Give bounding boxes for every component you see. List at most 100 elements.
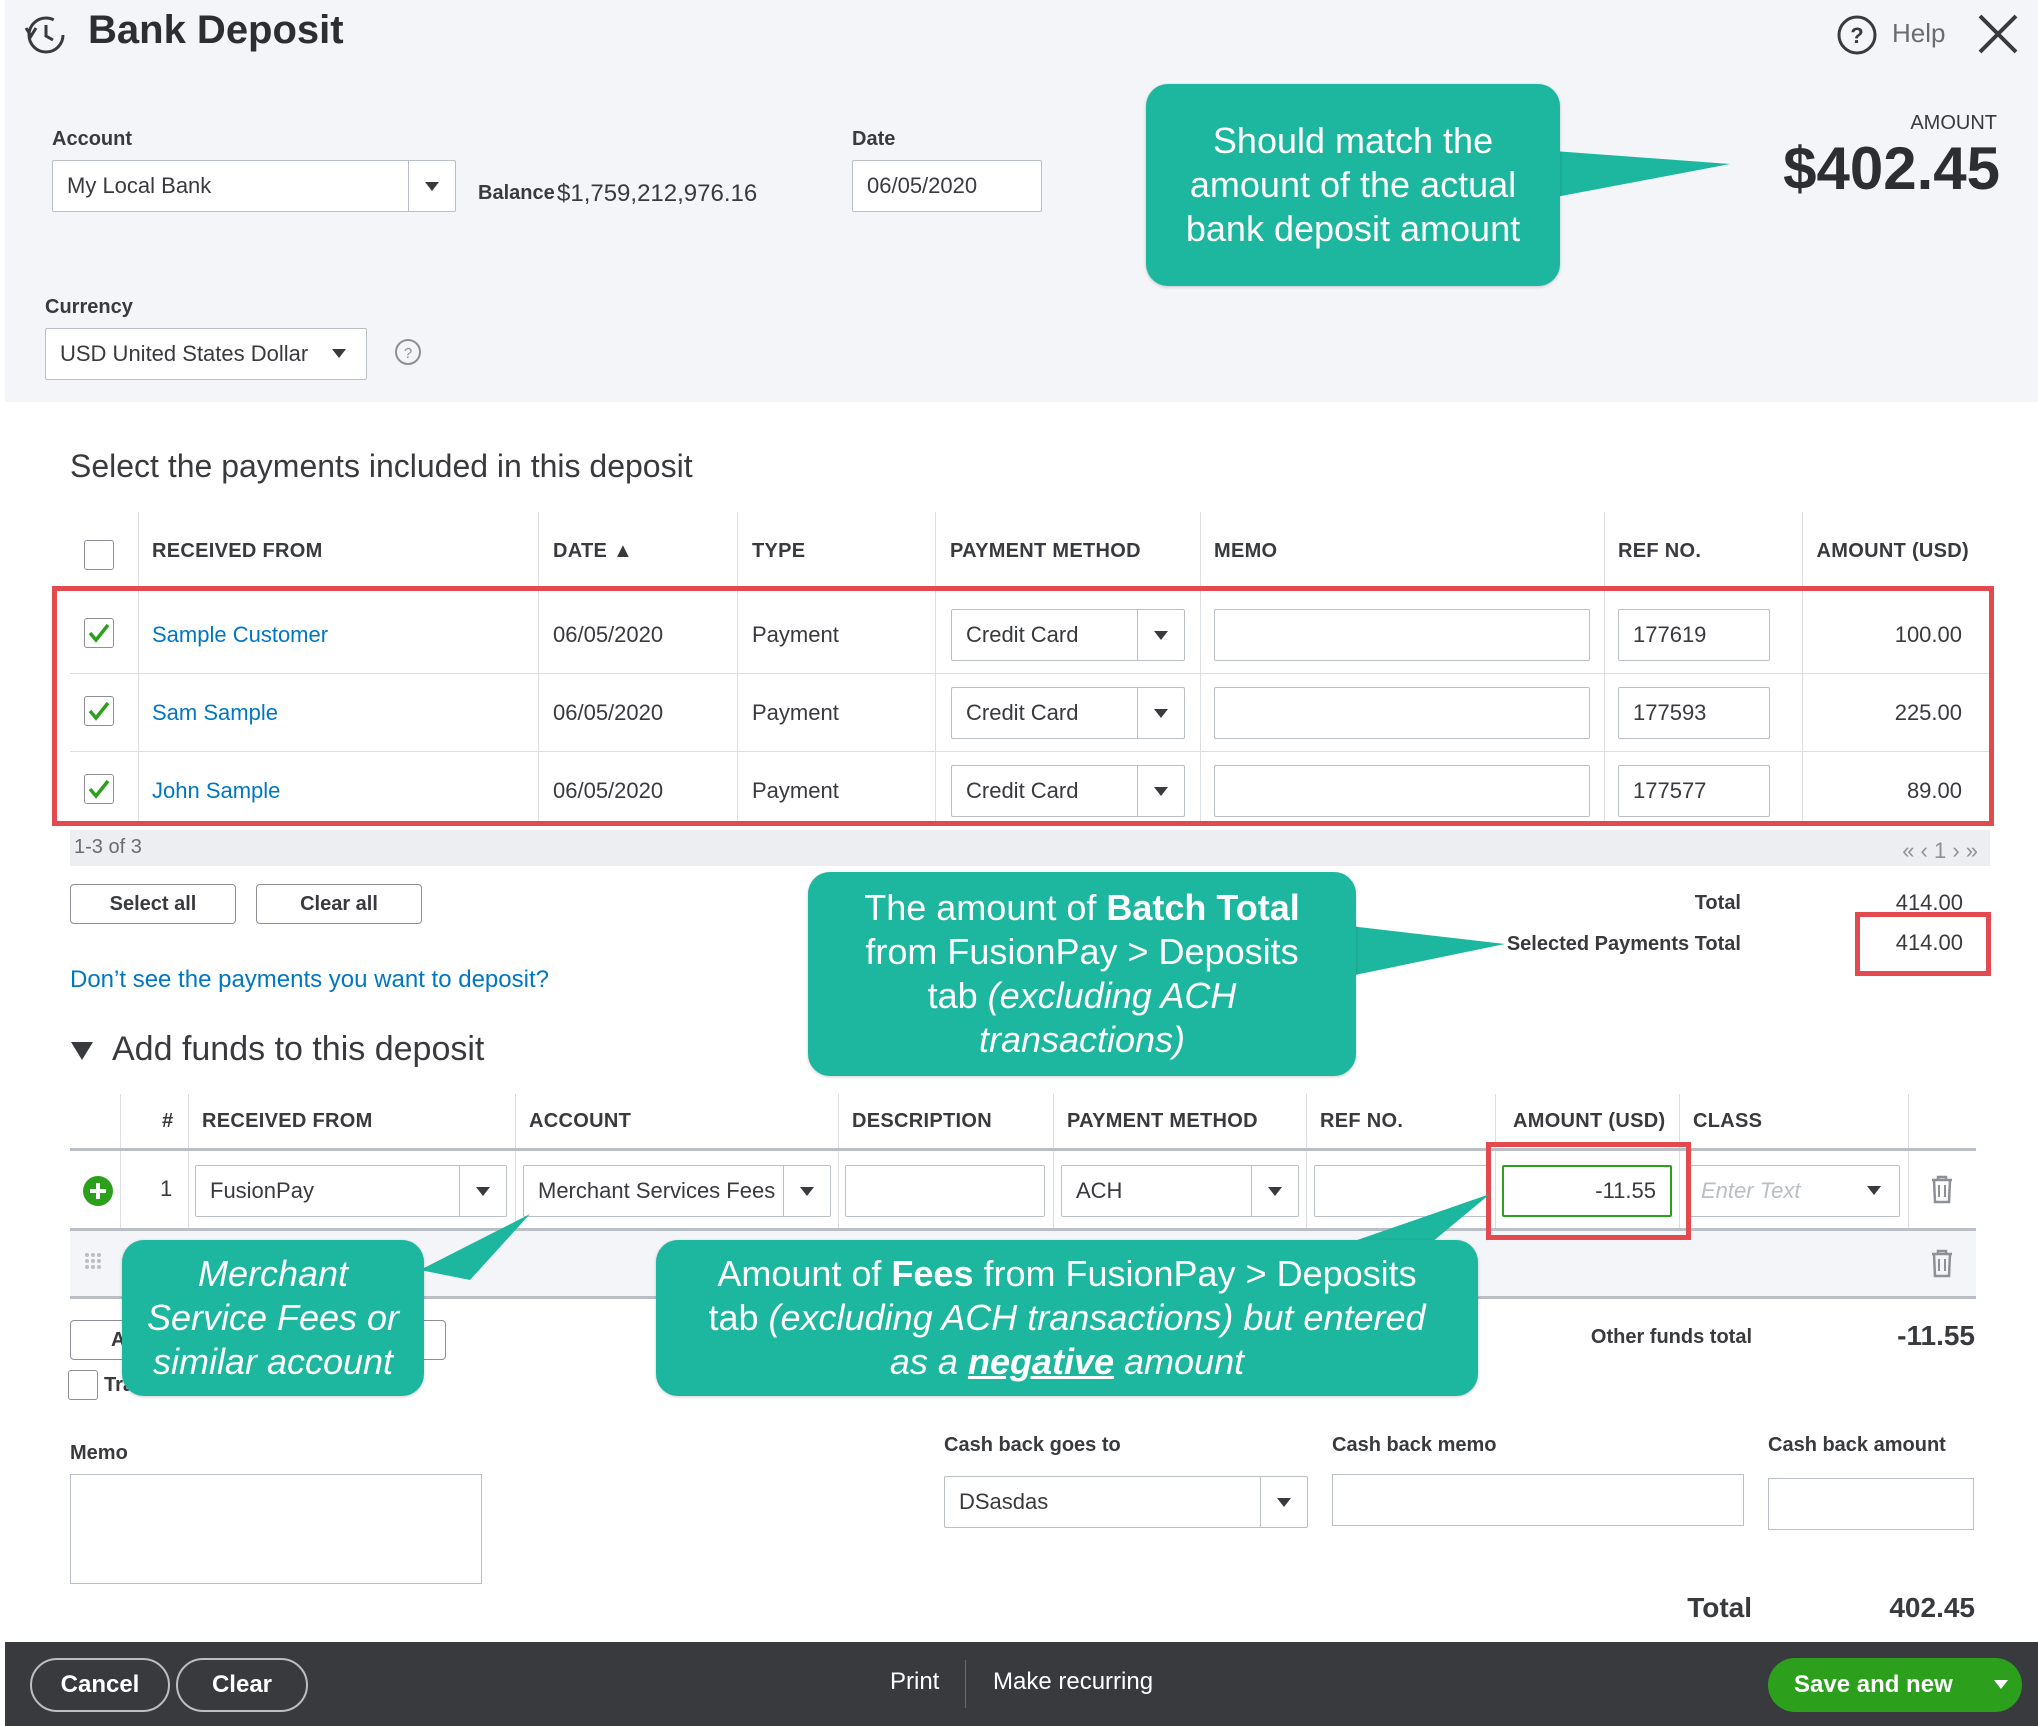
highlight-payment-rows xyxy=(52,586,1994,826)
memo-textarea[interactable] xyxy=(70,1474,482,1584)
cash-back-amount-label: Cash back amount xyxy=(1768,1434,1946,1456)
cash-back-to-label: Cash back goes to xyxy=(944,1434,1121,1456)
fund-description-input[interactable] xyxy=(845,1165,1045,1217)
callout-line: tab (excluding ACH transactions) but ent… xyxy=(708,1296,1425,1340)
col-fund-received-from: RECEIVED FROM xyxy=(202,1110,373,1132)
cash-back-amount-input[interactable] xyxy=(1768,1478,1974,1530)
recent-history-icon[interactable] xyxy=(22,12,68,58)
callout-line: Amount of Fees from FusionPay > Deposits xyxy=(717,1252,1416,1296)
callout-text: The amount of xyxy=(864,887,1107,928)
col-fund-ref-no: REF NO. xyxy=(1320,1110,1404,1132)
cash-back-to-value: DSasdas xyxy=(959,1489,1049,1514)
chevron-down-icon[interactable] xyxy=(1867,1186,1881,1195)
col-num: # xyxy=(162,1110,174,1132)
cancel-button[interactable]: Cancel xyxy=(30,1658,170,1712)
track-returns-checkbox[interactable] xyxy=(68,1370,98,1400)
svg-text:?: ? xyxy=(1850,23,1863,48)
range-text: 1-3 of 3 xyxy=(74,836,142,858)
print-link[interactable]: Print xyxy=(890,1668,939,1696)
callout-text: tab xyxy=(927,975,988,1016)
add-circle-icon[interactable] xyxy=(82,1175,114,1207)
chevron-down-icon[interactable] xyxy=(1251,1166,1298,1216)
callout-line: bank deposit amount xyxy=(1185,208,1521,249)
callout-line: Service Fees or xyxy=(146,1297,400,1338)
col-fund-amount: AMOUNT (USD) xyxy=(1513,1110,1666,1132)
cash-back-memo-label: Cash back memo xyxy=(1332,1434,1497,1456)
trash-icon[interactable] xyxy=(1930,1174,1954,1204)
help-circle-icon[interactable]: ? xyxy=(394,338,422,366)
fund-received-from-value: FusionPay xyxy=(210,1178,314,1203)
balance-label: Balance xyxy=(478,182,555,204)
callout-amount-note: Should match the amount of the actual ba… xyxy=(1146,84,1560,286)
currency-select[interactable]: USD United States Dollar xyxy=(45,328,367,380)
chevron-down-icon[interactable] xyxy=(408,161,455,211)
currency-value: USD United States Dollar xyxy=(60,341,309,366)
col-date[interactable]: DATE ▲ xyxy=(553,540,633,563)
balance-value: $1,759,212,976.16 xyxy=(557,180,758,207)
grand-total-value: 402.45 xyxy=(1889,1592,1975,1623)
select-all-button[interactable]: Select all xyxy=(70,884,236,924)
help-circle-icon[interactable]: ? xyxy=(1836,14,1878,56)
page-title: Bank Deposit xyxy=(88,8,344,52)
callout-text: as a xyxy=(889,1341,968,1382)
collapse-toggle-icon[interactable] xyxy=(70,1040,94,1062)
callout-text: (excluding ACH xyxy=(987,975,1237,1016)
fund-payment-method-select[interactable]: ACH xyxy=(1061,1165,1299,1217)
pagination-bar xyxy=(70,830,1990,866)
callout-text: Amount of xyxy=(717,1253,892,1294)
chevron-down-icon[interactable] xyxy=(459,1166,506,1216)
pager[interactable]: « ‹ 1 › » xyxy=(1902,838,1978,864)
clear-all-button[interactable]: Clear all xyxy=(256,884,422,924)
col-fund-payment-method: PAYMENT METHOD xyxy=(1067,1110,1258,1132)
grand-total-label: Total xyxy=(1687,1592,1752,1623)
callout-merchant-account: Merchant Service Fees or similar account xyxy=(122,1240,424,1396)
col-memo: MEMO xyxy=(1214,540,1278,562)
select-all-checkbox[interactable] xyxy=(84,540,114,570)
cash-back-memo-input[interactable] xyxy=(1332,1474,1744,1526)
fund-class-select[interactable]: Enter Text xyxy=(1686,1165,1900,1217)
save-and-new-label: Save and new xyxy=(1794,1671,1953,1698)
highlight-fund-amount xyxy=(1486,1142,1691,1240)
svg-text:?: ? xyxy=(404,345,412,362)
callout-line: similar account xyxy=(152,1341,394,1382)
account-select[interactable]: My Local Bank xyxy=(52,160,456,212)
drag-handle-icon[interactable] xyxy=(84,1252,102,1270)
col-fund-account: ACCOUNT xyxy=(529,1110,632,1132)
chevron-down-icon[interactable] xyxy=(1994,1680,2008,1689)
date-label: Date xyxy=(852,128,896,150)
amount-label: AMOUNT xyxy=(1910,112,1997,134)
col-payment-method: PAYMENT METHOD xyxy=(950,540,1141,562)
col-received-from: RECEIVED FROM xyxy=(152,540,323,562)
callout-line: The amount of Batch Total xyxy=(864,886,1299,930)
callout-batch-total: The amount of Batch Total from FusionPay… xyxy=(808,872,1356,1076)
fund-account-select[interactable]: Merchant Services Fees xyxy=(523,1165,831,1217)
amount-value: $402.45 xyxy=(1783,135,2000,202)
col-fund-class: CLASS xyxy=(1693,1110,1763,1132)
callout-line: from FusionPay > Deposits xyxy=(865,931,1299,972)
total-label: Total xyxy=(1694,892,1741,914)
trash-icon[interactable] xyxy=(1930,1248,1954,1278)
date-input[interactable]: 06/05/2020 xyxy=(852,160,1042,212)
help-link[interactable]: Help xyxy=(1892,18,1945,49)
account-value: My Local Bank xyxy=(67,173,212,198)
clear-button[interactable]: Clear xyxy=(176,1658,308,1712)
missing-payments-link[interactable]: Don’t see the payments you want to depos… xyxy=(70,966,549,994)
chevron-down-icon[interactable] xyxy=(332,349,346,358)
cash-back-to-select[interactable]: DSasdas xyxy=(944,1476,1308,1528)
callout-text: from FusionPay > Deposits xyxy=(973,1253,1417,1294)
callout-text: amount xyxy=(1114,1341,1245,1382)
callout-line: transactions) xyxy=(979,1018,1185,1062)
highlight-selected-total xyxy=(1855,912,1991,976)
footer-divider xyxy=(965,1660,966,1708)
callout-text: negative xyxy=(967,1341,1115,1382)
chevron-down-icon[interactable] xyxy=(783,1166,830,1216)
callout-fees-note: Amount of Fees from FusionPay > Deposits… xyxy=(656,1240,1478,1396)
date-value: 06/05/2020 xyxy=(867,173,978,198)
chevron-down-icon[interactable] xyxy=(1260,1477,1307,1527)
callout-text: transactions) xyxy=(978,1019,1186,1060)
make-recurring-link[interactable]: Make recurring xyxy=(993,1668,1153,1696)
close-icon[interactable] xyxy=(1976,12,2020,56)
col-fund-description: DESCRIPTION xyxy=(852,1110,992,1132)
save-and-new-button[interactable]: Save and new xyxy=(1768,1658,2022,1712)
fund-payment-method-value: ACH xyxy=(1076,1178,1123,1203)
